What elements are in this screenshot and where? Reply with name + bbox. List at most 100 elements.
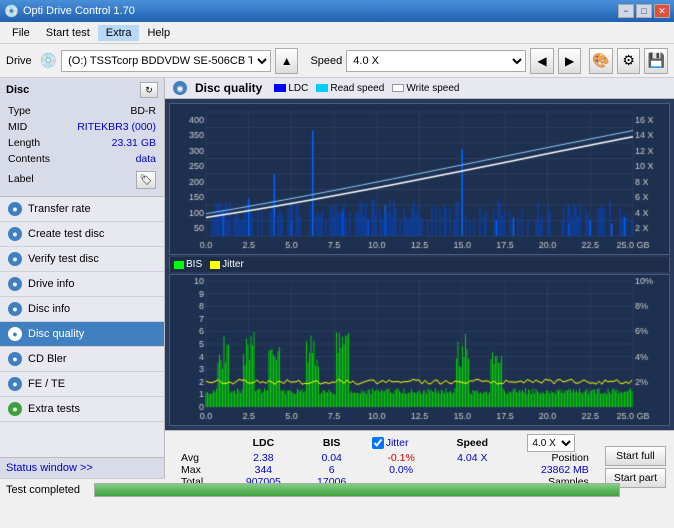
mid-value: RITEKBR3 (000) (61, 120, 156, 134)
speed-select-cell: 4.0 X (506, 434, 597, 452)
sidebar-item-cd-bler[interactable]: ● CD Bler (0, 347, 164, 372)
max-jitter: 0.0% (364, 464, 439, 476)
prev-button[interactable]: ◀ (530, 48, 554, 74)
fe-te-label: FE / TE (28, 378, 65, 390)
sidebar-item-create-test-disc[interactable]: ● Create test disc (0, 222, 164, 247)
extra-tests-icon: ● (8, 402, 22, 416)
sidebar-item-drive-info[interactable]: ● Drive info (0, 272, 164, 297)
length-label: Length (8, 136, 59, 150)
test-completed-text: Test completed (6, 484, 86, 496)
close-button[interactable]: ✕ (654, 4, 670, 18)
chart-title: Disc quality (195, 81, 262, 95)
transfer-rate-icon: ● (8, 202, 22, 216)
palette-button[interactable]: 🎨 (589, 48, 613, 74)
status-window-label[interactable]: Status window >> (6, 462, 93, 474)
write-speed-color (392, 84, 404, 92)
progress-bar (95, 484, 619, 496)
avg-bis: 0.04 (300, 452, 364, 464)
max-label: Max (173, 464, 227, 476)
avg-speed: 4.04 X (439, 452, 506, 464)
jitter-label: Jitter (222, 259, 244, 270)
ldc-chart (169, 103, 670, 255)
verify-test-disc-label: Verify test disc (28, 253, 99, 265)
chart-header: ◉ Disc quality LDC Read speed Write spee… (165, 78, 674, 99)
drive-info-label: Drive info (28, 278, 74, 290)
top-chart-canvas (170, 104, 669, 254)
legend-read-speed: Read speed (316, 83, 384, 94)
speed-select[interactable]: 4.0 X Max 1.0 X 2.0 X 6.0 X (346, 50, 526, 72)
main-area: Disc ↻ Type BD-R MID RITEKBR3 (000) Leng… (0, 78, 674, 478)
drive-info-icon: ● (8, 277, 22, 291)
jitter-checkbox[interactable] (372, 437, 384, 449)
contents-value: data (61, 152, 156, 166)
create-test-disc-icon: ● (8, 227, 22, 241)
jitter-checkbox-area: Jitter (372, 437, 431, 449)
charts-area: BIS Jitter (165, 99, 674, 430)
type-label: Type (8, 104, 59, 118)
cd-bler-icon: ● (8, 352, 22, 366)
read-speed-color (316, 84, 328, 92)
menu-extra[interactable]: Extra (98, 25, 140, 41)
type-value: BD-R (61, 104, 156, 118)
disc-refresh-button[interactable]: ↻ (140, 82, 158, 98)
stats-speed-select[interactable]: 4.0 X (527, 434, 575, 452)
length-value: 23.31 GB (61, 136, 156, 150)
legend-jitter: Jitter (210, 259, 244, 270)
disc-label-button[interactable]: 🏷 (136, 171, 156, 189)
jitter-check-cell: Jitter (364, 434, 439, 452)
disc-header: Disc ↻ (6, 82, 158, 98)
gear-button[interactable]: ⚙ (617, 48, 641, 74)
drive-select[interactable]: (O:) TSSTcorp BDDVDW SE-506CB TS02 (61, 50, 271, 72)
menu-file[interactable]: File (4, 25, 38, 41)
ldc-header: LDC (227, 434, 299, 452)
save-button[interactable]: 💾 (644, 48, 668, 74)
avg-jitter: -0.1% (364, 452, 439, 464)
drive-icon: 💿 (40, 52, 57, 69)
sidebar-item-verify-test-disc[interactable]: ● Verify test disc (0, 247, 164, 272)
app-title: Opti Drive Control 1.70 (23, 5, 135, 17)
window-controls: − □ ✕ (618, 4, 670, 18)
read-speed-label: Read speed (330, 83, 384, 94)
chart-title-icon: ◉ (173, 81, 187, 95)
disc-info-label: Disc info (28, 303, 70, 315)
titlebar: 💿 Opti Drive Control 1.70 − □ ✕ (0, 0, 674, 22)
menu-help[interactable]: Help (139, 25, 178, 41)
menu-start-test[interactable]: Start test (38, 25, 98, 41)
label-label: Label (8, 168, 59, 190)
bottom-chart-canvas (170, 275, 669, 425)
start-full-button[interactable]: Start full (605, 446, 666, 466)
disc-quality-label: Disc quality (28, 328, 84, 340)
verify-test-disc-icon: ● (8, 252, 22, 266)
label-value: 🏷 (61, 168, 156, 190)
max-bis: 6 (300, 464, 364, 476)
position-label: Position (506, 452, 597, 464)
avg-ldc: 2.38 (227, 452, 299, 464)
sidebar-item-disc-quality[interactable]: ● Disc quality (0, 322, 164, 347)
transfer-rate-label: Transfer rate (28, 203, 91, 215)
fe-te-icon: ● (8, 377, 22, 391)
legend-write-speed: Write speed (392, 83, 459, 94)
mid-label: MID (8, 120, 59, 134)
write-speed-label: Write speed (406, 83, 459, 94)
drive-label: Drive (6, 55, 32, 67)
sidebar-nav: ● Transfer rate ● Create test disc ● Ver… (0, 197, 164, 457)
toolbar: Drive 💿 (O:) TSSTcorp BDDVDW SE-506CB TS… (0, 44, 674, 78)
sidebar-item-transfer-rate[interactable]: ● Transfer rate (0, 197, 164, 222)
max-ldc: 344 (227, 464, 299, 476)
disc-info-icon: ● (8, 302, 22, 316)
legend-ldc: LDC (274, 83, 308, 94)
cd-bler-label: CD Bler (28, 353, 67, 365)
minimize-button[interactable]: − (618, 4, 634, 18)
bis-color (174, 261, 184, 269)
next-button[interactable]: ▶ (558, 48, 582, 74)
ldc-label: LDC (288, 83, 308, 94)
sidebar-item-extra-tests[interactable]: ● Extra tests (0, 397, 164, 422)
bis-header: BIS (300, 434, 364, 452)
eject-button[interactable]: ▲ (275, 48, 299, 74)
sidebar-item-fe-te[interactable]: ● FE / TE (0, 372, 164, 397)
disc-info-table: Type BD-R MID RITEKBR3 (000) Length 23.3… (6, 102, 158, 192)
sidebar-item-disc-info[interactable]: ● Disc info (0, 297, 164, 322)
speed-label: Speed (310, 55, 342, 67)
maximize-button[interactable]: □ (636, 4, 652, 18)
ldc-color (274, 84, 286, 92)
